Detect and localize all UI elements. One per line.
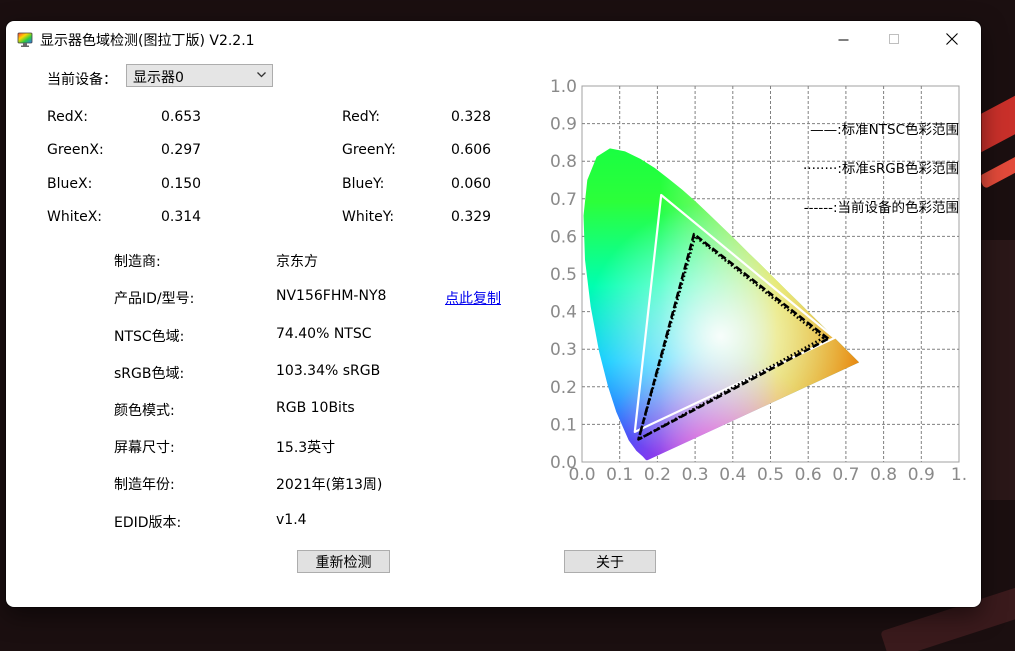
window-title: 显示器色域检测(图拉丁版) V2.2.1 <box>40 33 255 49</box>
bluey-value: 0.060 <box>451 176 492 192</box>
manufacture-year-label: 制造年份: <box>114 477 175 493</box>
srgb-value: 103.34% sRGB <box>276 363 381 379</box>
redx-value: 0.653 <box>161 109 202 125</box>
srgb-label: sRGB色域: <box>114 366 185 382</box>
ntsc-label: NTSC色域: <box>114 329 185 345</box>
y-tick-label: 0.5 <box>550 265 577 285</box>
edid-version-label: EDID版本: <box>114 515 182 531</box>
bluex-value: 0.150 <box>161 176 202 192</box>
greeny-label: GreenY: <box>342 142 396 158</box>
y-tick-label: 0.1 <box>550 415 577 435</box>
legend-srgb: ········:标准sRGB色彩范围 <box>803 160 959 177</box>
whitey-value: 0.329 <box>451 209 492 225</box>
manufacturer-value: 京东方 <box>276 254 318 270</box>
x-tick-label: 0.0 <box>568 465 595 485</box>
x-tick-label: 1. <box>951 465 967 485</box>
whitex-value: 0.314 <box>161 209 202 225</box>
y-tick-label: 1.0 <box>550 77 577 97</box>
x-tick-label: 0.3 <box>682 465 709 485</box>
x-tick-label: 0.5 <box>757 465 784 485</box>
y-tick-label: 0.4 <box>550 303 577 323</box>
bluex-label: BlueX: <box>47 176 93 192</box>
y-tick-label: 0.8 <box>550 152 577 172</box>
legend-ntsc: ——:标准NTSC色彩范围 <box>810 121 959 138</box>
close-button[interactable] <box>929 21 975 57</box>
title-bar: 显示器色域检测(图拉丁版) V2.2.1 <box>6 21 981 57</box>
screen-size-label: 屏幕尺寸: <box>114 440 175 456</box>
y-tick-label: 0.7 <box>550 190 577 210</box>
x-tick-label: 0.6 <box>795 465 822 485</box>
manufacturer-label: 制造商: <box>114 254 161 270</box>
minimize-button[interactable] <box>820 21 866 57</box>
bluey-label: BlueY: <box>342 176 385 192</box>
redy-label: RedY: <box>342 109 381 125</box>
model-label: 产品ID/型号: <box>114 291 195 307</box>
maximize-icon <box>888 33 899 44</box>
retest-button-label: 重新检测 <box>315 554 372 571</box>
greenx-value: 0.297 <box>161 142 202 158</box>
chevron-down-icon <box>257 72 266 78</box>
x-tick-label: 0.4 <box>719 465 746 485</box>
y-tick-label: 0.6 <box>550 227 577 247</box>
color-mode-value: RGB 10Bits <box>276 400 355 416</box>
model-value: NV156FHM-NY8 <box>276 288 387 304</box>
manufacture-year-value: 2021年(第13周) <box>276 477 383 493</box>
color-monitor-icon <box>17 32 33 47</box>
close-icon <box>946 33 958 45</box>
device-label: 当前设备： <box>47 72 117 88</box>
device-select[interactable]: 显示器0 <box>126 64 273 87</box>
y-tick-label: 0.2 <box>550 378 577 398</box>
edid-version-value: v1.4 <box>276 512 307 528</box>
x-tick-label: 0.1 <box>606 465 633 485</box>
redy-value: 0.328 <box>451 109 492 125</box>
greenx-label: GreenX: <box>47 142 104 158</box>
device-select-value: 显示器0 <box>133 70 184 86</box>
about-button[interactable]: 关于 <box>564 550 656 573</box>
cie-gamut-chart: 0.00.10.20.30.40.50.60.70.80.91.00.0 0.1 0… <box>550 77 967 485</box>
minimize-icon <box>838 39 848 40</box>
maximize-button[interactable] <box>871 21 917 57</box>
screen-size-value: 15.3英寸 <box>276 440 336 456</box>
redx-label: RedX: <box>47 109 88 125</box>
whitey-label: WhiteY: <box>342 209 395 225</box>
y-tick-label: 0.9 <box>550 115 577 135</box>
x-tick-label: 0.9 <box>908 465 935 485</box>
x-tick-label: 0.2 <box>644 465 671 485</box>
greeny-value: 0.606 <box>451 142 492 158</box>
legend-device: ------:当前设备的色彩范围 <box>804 199 959 216</box>
color-mode-label: 颜色模式: <box>114 403 175 419</box>
x-tick-label: 0.8 <box>870 465 897 485</box>
app-window: 显示器色域检测(图拉丁版) V2.2.1 当前设备： 显示器0 RedX: 0.… <box>6 21 981 607</box>
retest-button[interactable]: 重新检测 <box>297 550 390 573</box>
ntsc-value: 74.40% NTSC <box>276 326 372 342</box>
about-button-label: 关于 <box>596 554 624 571</box>
x-tick-label: 0.7 <box>832 465 859 485</box>
y-tick-label: 0.3 <box>550 340 577 360</box>
copy-model-link[interactable]: 点此复制 <box>445 288 501 308</box>
whitex-label: WhiteX: <box>47 209 103 225</box>
